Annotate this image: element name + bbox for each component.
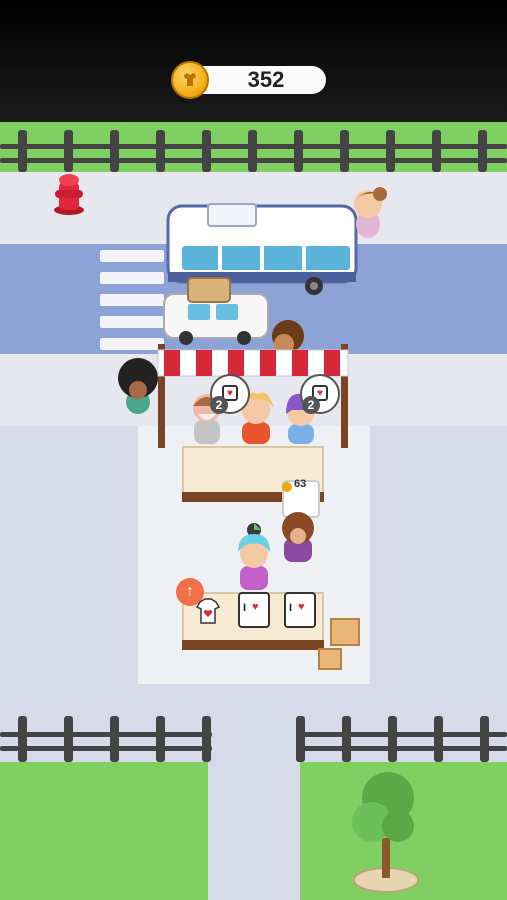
path-bottom bbox=[208, 762, 300, 900]
tshirt-heart-icon bbox=[195, 598, 221, 624]
fence-post bbox=[480, 716, 489, 762]
fence-post bbox=[64, 130, 73, 172]
fence-post bbox=[18, 130, 27, 172]
fence-post bbox=[64, 716, 73, 762]
crosswalk-stripe bbox=[100, 250, 164, 262]
crosswalk-stripe bbox=[100, 316, 164, 328]
shirt-stack[interactable]: I ♥ bbox=[238, 592, 270, 628]
fence-post bbox=[478, 130, 487, 172]
top-bar bbox=[0, 0, 507, 122]
cardboard-box[interactable] bbox=[318, 648, 342, 670]
shirt-print-text: I bbox=[243, 602, 247, 614]
coin-icon bbox=[282, 482, 292, 492]
request-quantity-badge: 2 bbox=[302, 396, 320, 414]
player-character[interactable] bbox=[232, 522, 276, 594]
cardboard-box[interactable] bbox=[330, 618, 360, 646]
coin-icon bbox=[171, 61, 209, 99]
fire-hydrant bbox=[53, 170, 85, 216]
fence-post bbox=[202, 130, 211, 172]
crosswalk-stripe bbox=[100, 294, 164, 306]
fence-rail bbox=[0, 732, 212, 737]
fence-post bbox=[342, 716, 351, 762]
fence-post bbox=[340, 130, 349, 172]
grass-bottom-left bbox=[0, 762, 208, 900]
shirt-stack[interactable]: I ♥ bbox=[284, 592, 316, 628]
fence-post bbox=[248, 130, 257, 172]
crosswalk-stripe bbox=[100, 338, 164, 350]
fence-post bbox=[296, 716, 305, 762]
tree bbox=[348, 768, 424, 896]
fence-post bbox=[432, 130, 441, 172]
pedestrian-afro bbox=[116, 356, 160, 416]
fence-post bbox=[294, 130, 303, 172]
heart-icon: ♥ bbox=[298, 601, 305, 613]
fence-post bbox=[110, 716, 119, 762]
fence-post bbox=[202, 716, 211, 762]
heart-icon: ♥ bbox=[252, 601, 259, 613]
coin-amount: 63 bbox=[294, 478, 307, 490]
fence-post bbox=[110, 130, 119, 172]
fence-post bbox=[156, 130, 165, 172]
coin-count: 352 bbox=[247, 67, 285, 92]
fence-post bbox=[156, 716, 165, 762]
fence-post bbox=[434, 716, 443, 762]
pedestrian-pink bbox=[346, 184, 390, 240]
fence-post bbox=[386, 130, 395, 172]
game-world[interactable]: ♥ 2 ♥ 2 63 ↑ I ♥ I ♥ bbox=[0, 122, 507, 900]
fence-rail bbox=[296, 746, 507, 751]
request-quantity-badge: 2 bbox=[210, 396, 228, 414]
fence-rail bbox=[0, 746, 212, 751]
customer-cashier-area bbox=[276, 508, 320, 564]
shirt-print-text: I bbox=[289, 602, 293, 614]
game-screen: 352 ♥ 2 ♥ 2 63 ↑ I ♥ I ♥ bbox=[0, 0, 507, 900]
fence-post bbox=[18, 716, 27, 762]
car bbox=[160, 274, 272, 350]
crosswalk-stripe bbox=[100, 272, 164, 284]
fence-rail bbox=[296, 732, 507, 737]
shirt-shelf-front bbox=[182, 640, 324, 650]
fence-post bbox=[388, 716, 397, 762]
